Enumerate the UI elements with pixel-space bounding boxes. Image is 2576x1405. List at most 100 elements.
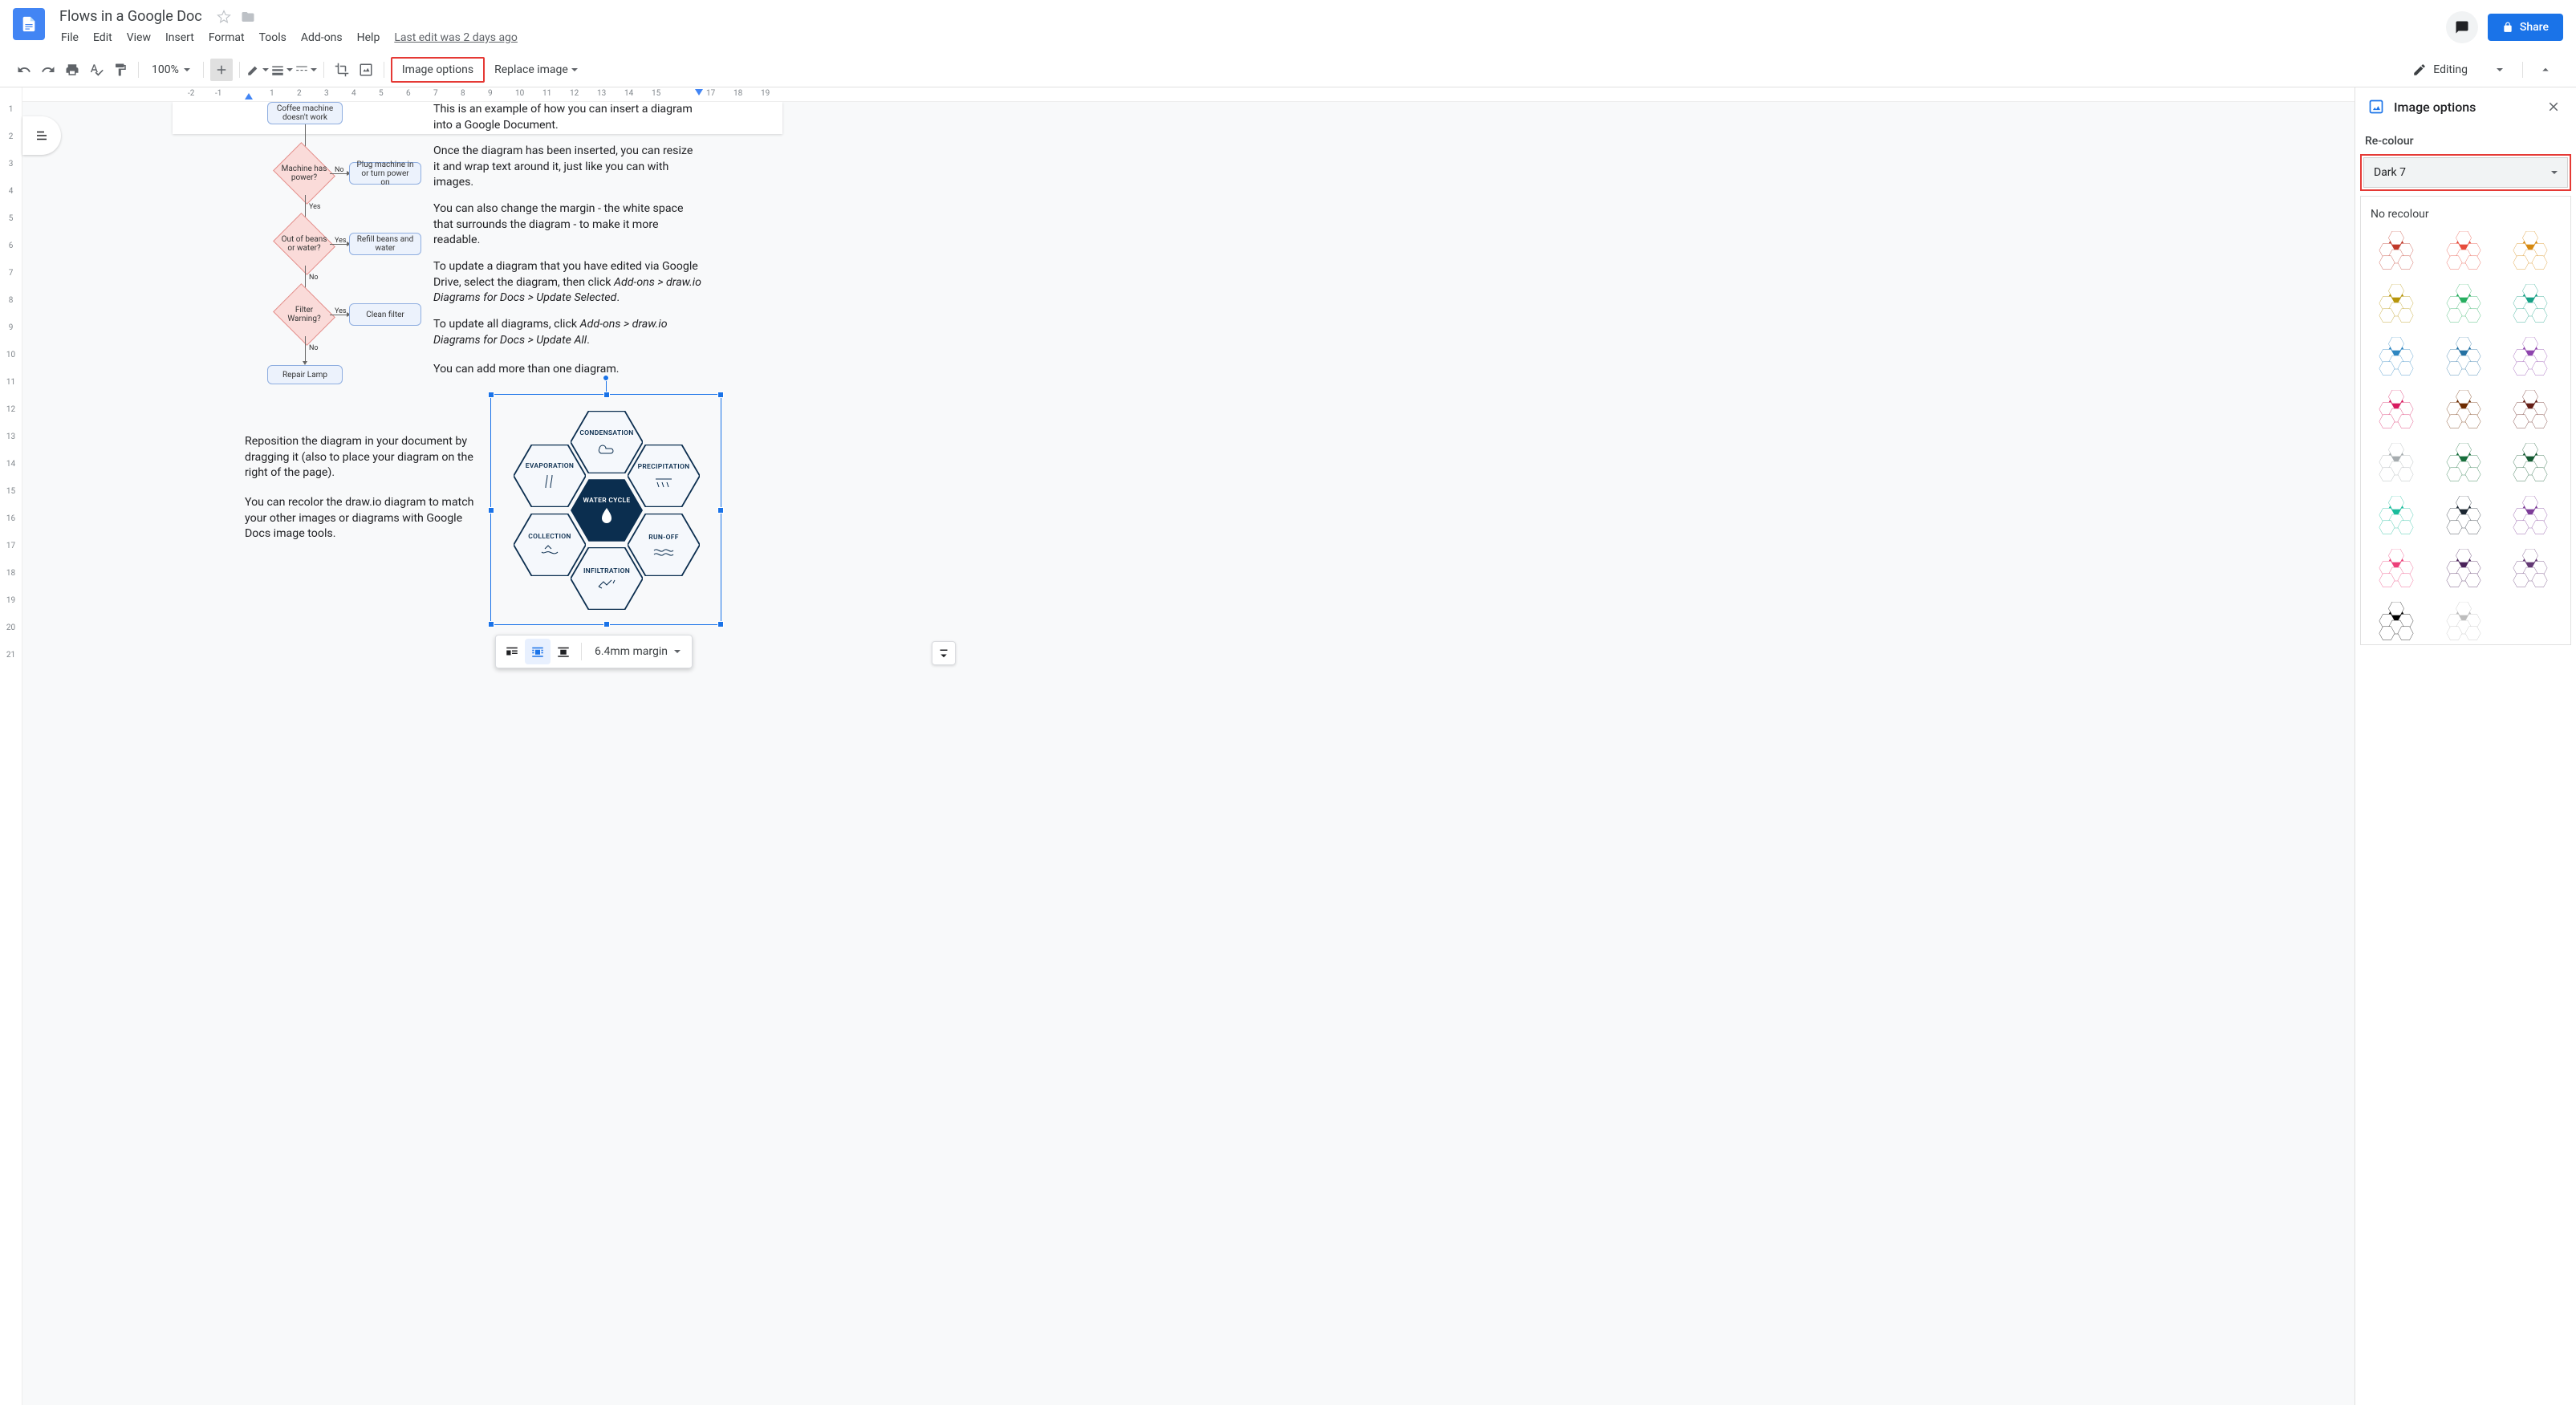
recolour-swatch[interactable] <box>2436 229 2491 274</box>
paragraph: This is an example of how you can insert… <box>433 102 698 133</box>
wrap-text-button[interactable] <box>525 639 551 664</box>
ruler-tick: 3 <box>0 160 22 169</box>
paragraph: You can recolor the draw.io diagram to m… <box>245 495 477 542</box>
arrow-icon <box>330 173 347 174</box>
ruler-tick: 12 <box>570 89 579 98</box>
image-options-button[interactable]: Image options <box>392 59 483 81</box>
move-icon[interactable] <box>241 10 255 24</box>
wrap-inline-button[interactable] <box>499 639 525 664</box>
menu-addons[interactable]: Add-ons <box>295 28 349 47</box>
recolour-swatch[interactable] <box>2369 441 2424 485</box>
spellcheck-button[interactable] <box>85 59 108 81</box>
menu-insert[interactable]: Insert <box>159 28 201 47</box>
recolour-swatch[interactable] <box>2503 388 2558 432</box>
ruler-tick: -1 <box>215 89 221 98</box>
undo-button[interactable] <box>13 59 35 81</box>
mask-image-button[interactable] <box>355 59 377 81</box>
redo-button[interactable] <box>37 59 59 81</box>
recolour-swatch[interactable] <box>2369 282 2424 327</box>
hex-label: COLLECTION <box>528 533 571 541</box>
recolour-swatch[interactable] <box>2369 388 2424 432</box>
paragraph: You can add more than one diagram. <box>433 362 698 378</box>
star-icon[interactable] <box>217 10 231 24</box>
right-indent-icon[interactable] <box>695 89 703 95</box>
image-icon <box>2368 99 2384 115</box>
share-button[interactable]: Share <box>2488 14 2563 41</box>
ruler-tick: 11 <box>542 89 551 98</box>
menu-tools[interactable]: Tools <box>253 28 293 47</box>
paint-format-button[interactable] <box>109 59 132 81</box>
recolour-swatch[interactable] <box>2369 335 2424 380</box>
ruler-tick: 15 <box>652 89 660 98</box>
recolour-swatch[interactable] <box>2369 599 2424 644</box>
margin-button[interactable]: 6.4mm margin <box>587 640 689 663</box>
ruler-tick: 18 <box>733 89 742 98</box>
menu-format[interactable]: Format <box>202 28 251 47</box>
collapse-toolbar-button[interactable] <box>2534 59 2557 81</box>
wrap-break-button[interactable] <box>551 639 576 664</box>
crop-button[interactable] <box>331 59 353 81</box>
ruler-tick: 14 <box>0 460 22 469</box>
recolour-current: Dark 7 <box>2374 166 2406 179</box>
share-label: Share <box>2520 21 2549 34</box>
ruler-tick: 15 <box>0 487 22 496</box>
menubar: File Edit View Insert Format Tools Add-o… <box>55 28 2446 47</box>
recolour-swatch[interactable] <box>2503 229 2558 274</box>
recolour-swatch[interactable] <box>2436 388 2491 432</box>
print-button[interactable] <box>61 59 83 81</box>
menu-help[interactable]: Help <box>351 28 387 47</box>
recolour-swatch[interactable] <box>2503 493 2558 538</box>
recolour-swatch[interactable] <box>2503 441 2558 485</box>
menu-file[interactable]: File <box>55 28 85 47</box>
selected-image[interactable]: WATER CYCLE CONDENSATION PRECIPITATION <box>490 394 721 625</box>
ruler-tick: 2 <box>0 132 22 141</box>
recolour-dropdown[interactable]: Dark 7 <box>2363 157 2568 188</box>
close-panel-button[interactable] <box>2544 97 2563 116</box>
ruler-tick: 13 <box>597 89 606 98</box>
paragraph: You can also change the margin - the whi… <box>433 201 698 249</box>
recolour-swatch[interactable] <box>2436 493 2491 538</box>
paragraph: To update a diagram that you have edited… <box>433 259 706 307</box>
recolour-swatch[interactable] <box>2503 546 2558 591</box>
ruler-tick: 5 <box>0 214 22 223</box>
document-canvas[interactable]: 1 2 3 4 5 6 7 8 9 10 11 12 13 14 15 16 1… <box>0 87 2355 1405</box>
border-weight-button[interactable] <box>270 59 293 81</box>
zoom-select[interactable]: 100% <box>145 60 197 79</box>
outline-toggle-button[interactable] <box>22 116 61 155</box>
ruler-tick: 6 <box>0 242 22 250</box>
recolour-swatch[interactable] <box>2436 335 2491 380</box>
recolour-section-label: Re-colour <box>2355 127 2576 154</box>
recolour-swatch[interactable] <box>2369 546 2424 591</box>
no-recolour-option[interactable]: No recolour <box>2369 205 2562 229</box>
ruler-tick: -2 <box>188 89 194 98</box>
recolour-swatch[interactable] <box>2436 282 2491 327</box>
editing-mode-button[interactable]: Editing <box>2404 58 2511 82</box>
flowchart-decision: Filter Warning? <box>273 283 335 346</box>
border-dash-button[interactable] <box>295 59 317 81</box>
recolour-swatch[interactable] <box>2369 493 2424 538</box>
recolour-swatch[interactable] <box>2503 335 2558 380</box>
hex-label: PRECIPITATION <box>638 463 690 471</box>
replace-image-button[interactable]: Replace image <box>486 59 586 81</box>
doc-title[interactable]: Flows in a Google Doc <box>55 6 207 26</box>
menu-view[interactable]: View <box>120 28 157 47</box>
border-color-button[interactable] <box>246 59 269 81</box>
ruler-tick: 10 <box>0 351 22 359</box>
ruler-tick: 10 <box>515 89 524 98</box>
comments-button[interactable] <box>2446 11 2478 43</box>
recolour-swatch[interactable] <box>2369 229 2424 274</box>
recolour-swatch[interactable] <box>2503 282 2558 327</box>
rotate-handle[interactable] <box>603 375 609 381</box>
hex-label: INFILTRATION <box>583 567 630 575</box>
recolour-swatch[interactable] <box>2436 546 2491 591</box>
add-button[interactable] <box>210 59 233 81</box>
menu-edit[interactable]: Edit <box>87 28 119 47</box>
document-page: Coffee machine doesn't work Machine has … <box>173 102 782 134</box>
indent-marker-icon[interactable] <box>245 93 253 99</box>
position-lock-button[interactable] <box>932 641 956 665</box>
last-edit-link[interactable]: Last edit was 2 days ago <box>388 28 524 47</box>
recolour-swatch[interactable] <box>2436 441 2491 485</box>
recolour-swatch[interactable] <box>2436 599 2491 644</box>
ruler-tick: 4 <box>0 187 22 196</box>
docs-logo[interactable] <box>13 8 45 40</box>
